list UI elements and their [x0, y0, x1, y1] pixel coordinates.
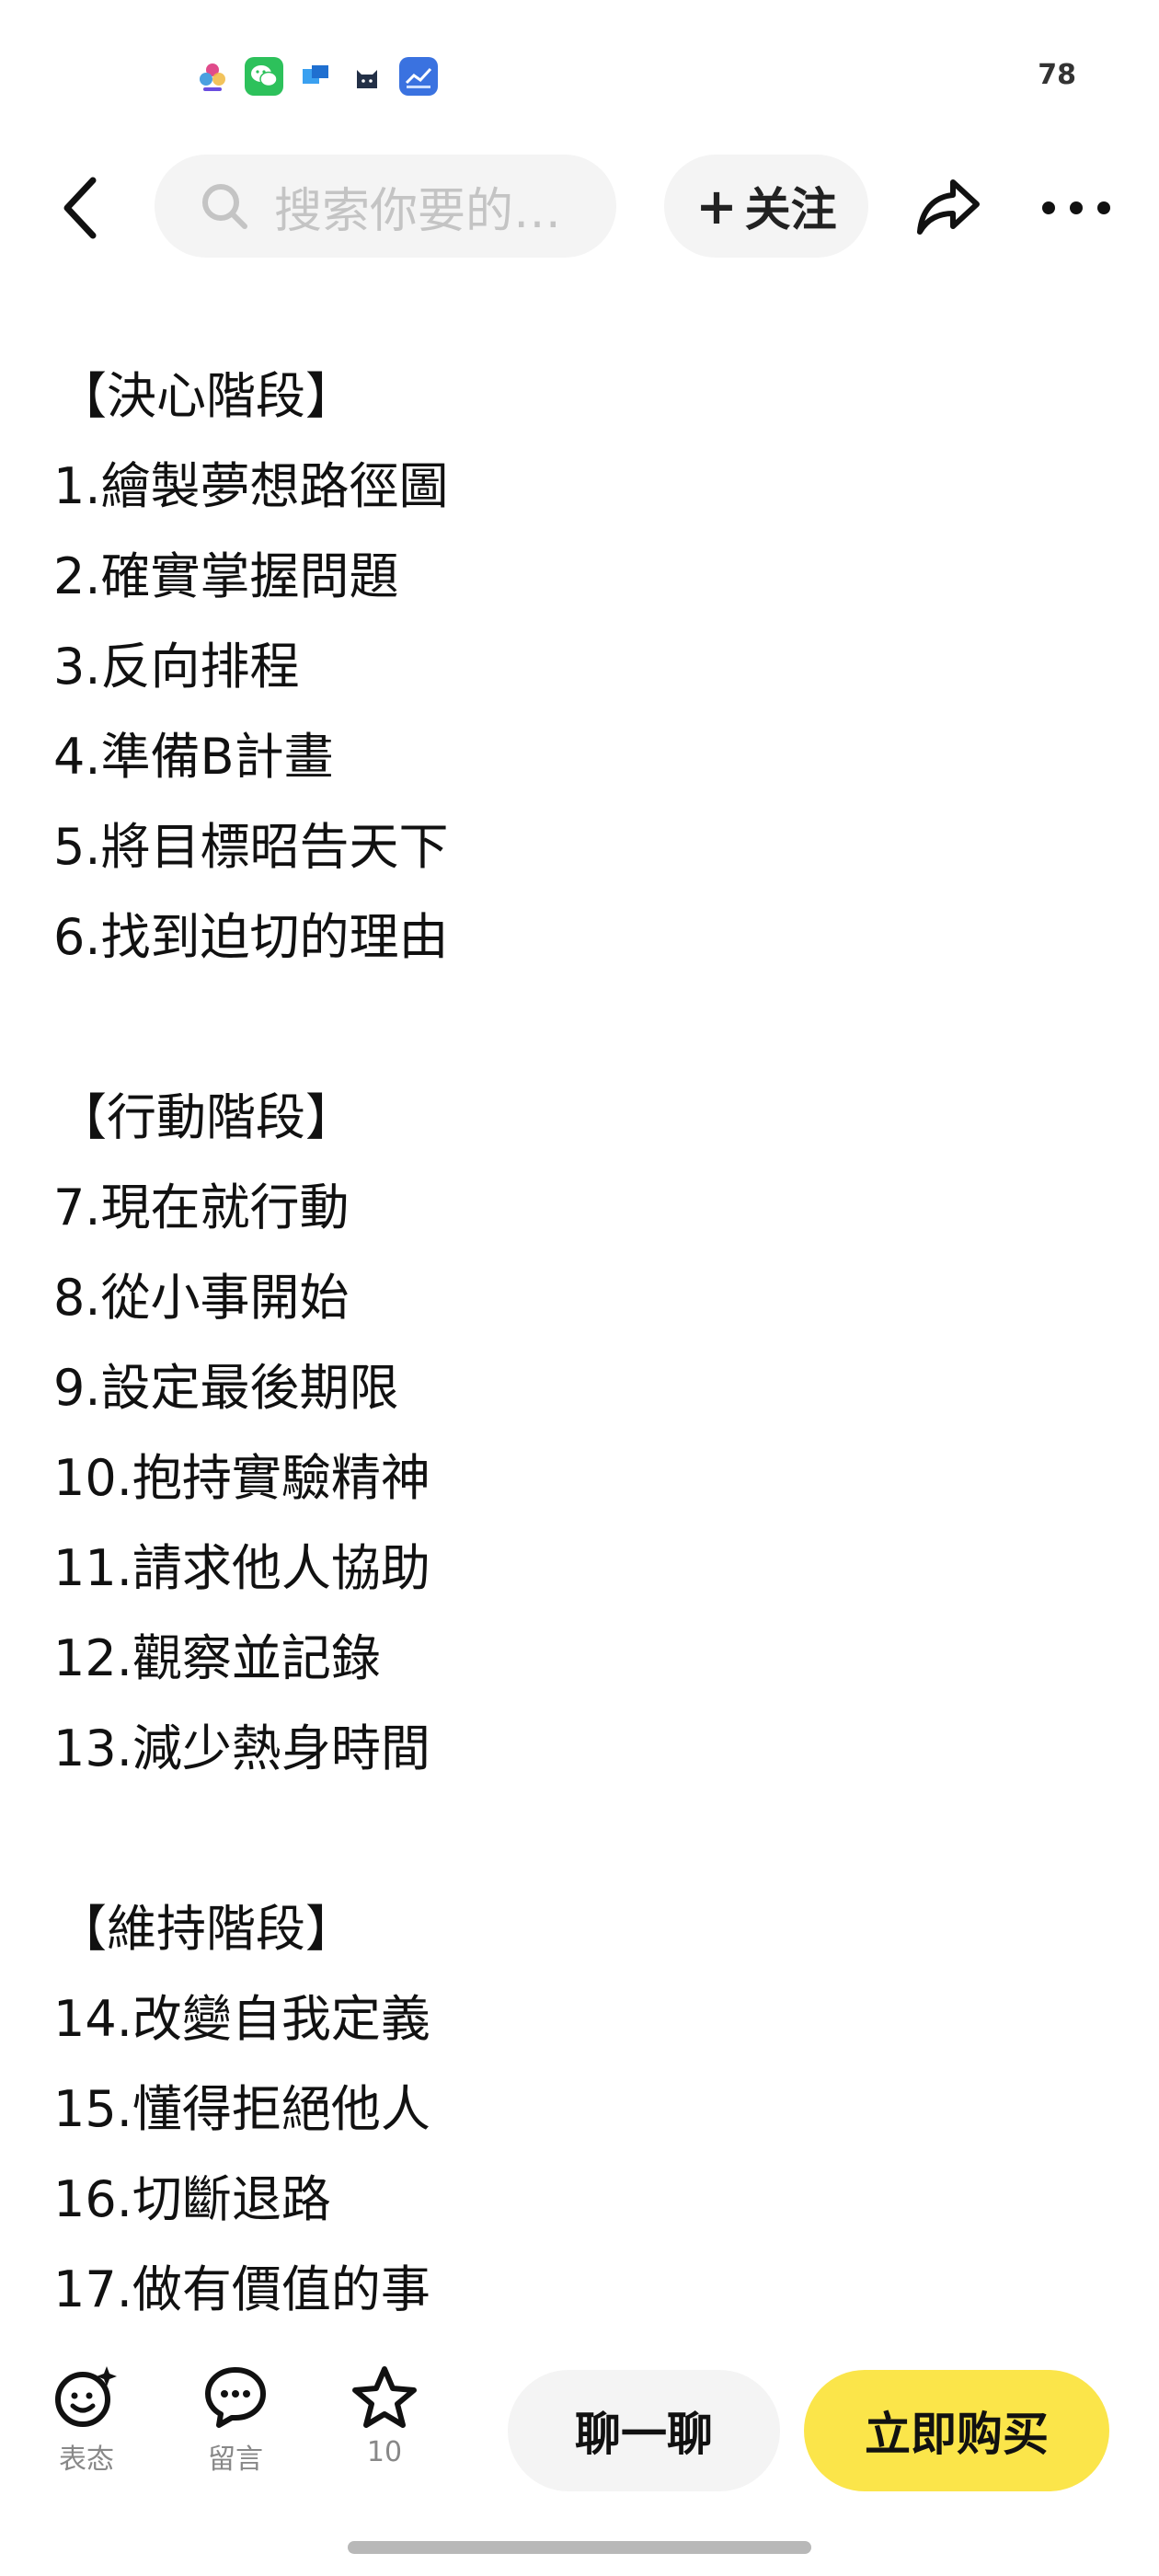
- reaction-label: 表态: [59, 2444, 114, 2476]
- buy-now-button[interactable]: 立即购买: [804, 2370, 1109, 2491]
- follow-label: 关注: [744, 183, 837, 236]
- chat-button[interactable]: 聊一聊: [508, 2370, 780, 2491]
- reaction-button[interactable]: 表态: [40, 2364, 132, 2477]
- share-button[interactable]: [911, 169, 986, 245]
- search-placeholder: 搜索你要的…: [274, 183, 562, 239]
- section-heading: 【維持階段】: [57, 1900, 355, 1958]
- list-item: 12.觀察並記錄: [53, 1629, 381, 1687]
- list-item: 8.從小事開始: [53, 1269, 350, 1327]
- bottom-action-bar: 表态 留言 10 聊一聊 立即购买: [0, 2355, 1159, 2502]
- list-item: 15.懂得拒絕他人: [53, 2080, 430, 2138]
- list-item: 16.切斷退路: [53, 2170, 331, 2228]
- back-button[interactable]: [48, 171, 112, 245]
- follow-button[interactable]: + 关注: [664, 155, 868, 258]
- chart-app-icon: [399, 57, 438, 96]
- section-heading: 【行動階段】: [57, 1088, 355, 1146]
- cat-app-icon: [348, 57, 386, 96]
- plus-icon: +: [695, 177, 738, 236]
- list-item: 2.確實掌握問題: [53, 547, 399, 605]
- list-item: 6.找到迫切的理由: [53, 908, 449, 966]
- blue-square-app-icon: [296, 57, 335, 96]
- list-item: 10.抱持實驗精神: [53, 1449, 430, 1507]
- list-item: 1.繪製夢想路徑圖: [53, 457, 449, 515]
- favorite-count: 10: [366, 2436, 403, 2468]
- section-heading: 【決心階段】: [57, 367, 355, 425]
- search-icon: [202, 184, 247, 229]
- favorite-button[interactable]: 10: [339, 2364, 430, 2468]
- search-input[interactable]: 搜索你要的…: [155, 155, 616, 258]
- wechat-icon: [245, 57, 283, 96]
- share-icon: [917, 179, 980, 235]
- list-item: 9.設定最後期限: [53, 1359, 399, 1417]
- list-item: 17.做有價值的事: [53, 2260, 430, 2318]
- comment-label: 留言: [208, 2444, 263, 2476]
- list-item: 13.減少熱身時間: [53, 1719, 430, 1777]
- status-bar: 78: [0, 0, 1159, 156]
- list-item: 3.反向排程: [53, 638, 300, 696]
- more-horizontal-icon: [1042, 201, 1110, 214]
- star-icon: [352, 2366, 417, 2428]
- list-item: 4.準備B計畫: [53, 728, 334, 786]
- notification-icons: [193, 57, 438, 96]
- list-item: 11.請求他人協助: [53, 1539, 430, 1597]
- post-content: 【決心階段】 1.繪製夢想路徑圖 2.確實掌握問題 3.反向排程 4.準備B計畫…: [53, 361, 1111, 2344]
- home-indicator[interactable]: [348, 2541, 811, 2554]
- list-item: 14.改變自我定義: [53, 1990, 430, 2048]
- list-item: 5.將目標昭告天下: [53, 818, 449, 876]
- list-item: 7.現在就行動: [53, 1179, 350, 1236]
- more-options-button[interactable]: [1039, 171, 1113, 245]
- battery-level: 78: [1038, 59, 1076, 91]
- comment-icon: [205, 2367, 266, 2428]
- emoji-sparkle-icon: [55, 2366, 117, 2427]
- multi-circle-app-icon: [193, 57, 232, 96]
- chevron-left-icon: [63, 177, 97, 239]
- comment-button[interactable]: 留言: [189, 2364, 281, 2477]
- top-nav: 搜索你要的… + 关注: [0, 147, 1159, 267]
